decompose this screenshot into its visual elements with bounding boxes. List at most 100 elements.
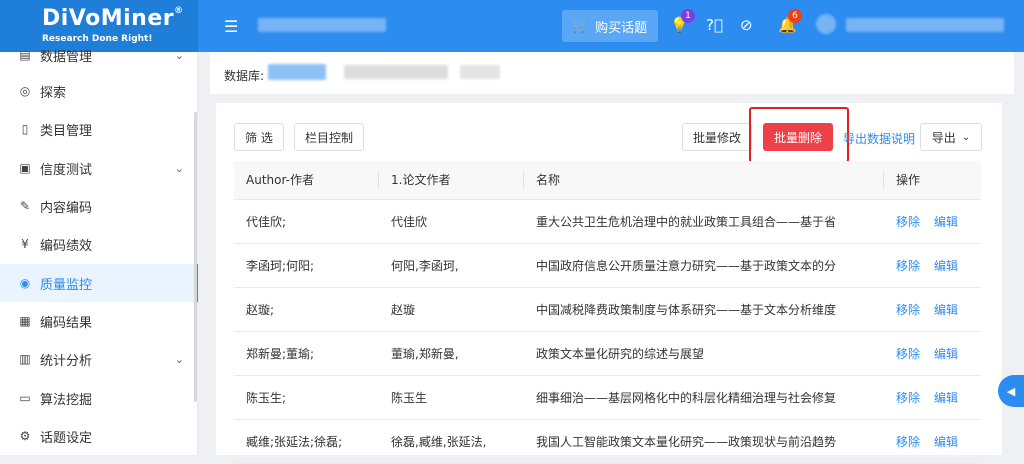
logo-text: DiVoMiner (42, 6, 175, 31)
chevron-down-icon: ⌄ (174, 161, 184, 175)
table-cell: 赵璇 (379, 287, 524, 332)
column-header[interactable]: 名称 (524, 161, 884, 200)
actions-cell: 移除 编辑 (884, 243, 981, 288)
edit-link[interactable]: 编辑 (934, 435, 958, 449)
table-row: 郑新曼;董瑜; 董瑜,郑新曼, 政策文本量化研究的综述与展望 移除 编辑 (234, 331, 981, 376)
sidebar-item-topic-settings[interactable]: ⚙ 话题设定 (0, 417, 198, 455)
topic-name-blurred (258, 18, 386, 32)
eye-icon: ◉ (19, 276, 31, 290)
edit-link[interactable]: 编辑 (934, 391, 958, 405)
edit-link[interactable]: 编辑 (934, 347, 958, 361)
sidebar-item-algorithm-mining[interactable]: ▭ 算法挖掘 (0, 379, 198, 417)
sidebar-item-label: 话题设定 (40, 430, 93, 446)
column-control-button[interactable]: 栏目控制 (294, 123, 364, 151)
remove-link[interactable]: 移除 (896, 303, 920, 317)
table-cell: 我国人工智能政策文本量化研究——政策现状与前沿趋势 (524, 419, 884, 464)
monitor-icon: ▭ (19, 391, 31, 405)
actions-cell: 移除 编辑 (884, 375, 981, 420)
remove-link[interactable]: 移除 (896, 259, 920, 273)
filter-button[interactable]: 筛 选 (234, 123, 284, 151)
actions-cell: 移除 编辑 (884, 287, 981, 332)
user-name-blurred[interactable] (846, 18, 1004, 32)
sidebar-item-category-management[interactable]: ▯ 类目管理 (0, 110, 198, 148)
sidebar-item-reliability-test[interactable]: ▣ 信度测试 ⌄ (0, 149, 198, 187)
clipboard-icon: ▣ (19, 161, 31, 175)
edit-link[interactable]: 编辑 (934, 215, 958, 229)
sidebar-scrollbar[interactable] (194, 112, 197, 402)
edit-link[interactable]: 编辑 (934, 259, 958, 273)
registered-mark: ® (174, 6, 184, 16)
export-help-link[interactable]: 导出数据说明 (843, 130, 915, 147)
database-icon: ▤ (19, 48, 31, 62)
sidebar: ▤ 数据管理 ⌄ ◎ 探索 ▯ 类目管理 ▣ 信度测试 ⌄ ✎ 内容编码 ¥ 编… (0, 48, 198, 455)
table-cell: 细事细治——基层网格化中的科层化精细治理与社会修复 (524, 375, 884, 420)
compass-icon: ◎ (19, 84, 31, 98)
chevron-down-icon: ⌄ (961, 131, 971, 143)
table-cell: 代佳欣 (379, 199, 524, 244)
sidebar-item-label: 编码结果 (40, 315, 93, 331)
column-header[interactable]: Author-作者 (234, 161, 379, 200)
sidebar-item-label: 探索 (40, 85, 67, 101)
sidebar-item-label: 数据管理 (40, 49, 93, 65)
table-row: 李函珂;何阳; 何阳,李函珂, 中国政府信息公开质量注意力研究——基于政策文本的分移… (234, 243, 981, 288)
remove-link[interactable]: 移除 (896, 435, 920, 449)
buy-topic-label: 购买话题 (595, 20, 648, 36)
export-label: 导出 (931, 130, 956, 145)
batch-edit-button[interactable]: 批量修改 (682, 123, 752, 151)
table-cell: 赵璇; (234, 287, 379, 332)
table-cell: 何阳,李函珂, (379, 243, 524, 288)
table-row: 臧维;张延法;徐磊; 徐磊,臧维,张延法, 我国人工智能政策文本量化研究——政策现状… (234, 419, 981, 464)
table-cell: 中国减税降费政策制度与体系研究——基于文本分析维度 (524, 287, 884, 332)
table-cell: 代佳欣; (234, 199, 379, 244)
table-cell: 政策文本量化研究的综述与展望 (524, 331, 884, 376)
export-dropdown[interactable]: 导出 ⌄ (920, 123, 982, 151)
table-cell: 徐磊,臧维,张延法, (379, 419, 524, 464)
actions-cell: 移除 编辑 (884, 199, 981, 244)
expand-panel-button[interactable]: ◀ (998, 375, 1024, 407)
database-label: 数据库: (224, 69, 265, 83)
cart-icon: 🛒 (572, 18, 590, 34)
actions-cell: 移除 编辑 (884, 331, 981, 376)
database-name-blurred[interactable] (268, 64, 326, 80)
database-name-blurred[interactable] (460, 65, 500, 79)
sidebar-item-quality-monitoring[interactable]: ◉ 质量监控 (0, 264, 198, 302)
sidebar-item-coding-performance[interactable]: ¥ 编码绩效 (0, 225, 198, 263)
edit-link[interactable]: 编辑 (934, 303, 958, 317)
sidebar-item-statistics[interactable]: ▥ 统计分析 ⌄ (0, 340, 198, 378)
remove-link[interactable]: 移除 (896, 391, 920, 405)
sidebar-item-label: 类目管理 (40, 123, 93, 139)
table-cell: 重大公共卫生危机治理中的就业政策工具组合——基于省 (524, 199, 884, 244)
sidebar-item-label: 统计分析 (40, 353, 93, 369)
actions-cell: 移除 编辑 (884, 419, 981, 464)
sidebar-item-label: 信度测试 (40, 162, 93, 178)
table-cell: 李函珂;何阳; (234, 243, 379, 288)
sidebar-item-content-coding[interactable]: ✎ 内容编码 (0, 187, 198, 225)
table-cell: 陈玉生 (379, 375, 524, 420)
remove-link[interactable]: 移除 (896, 347, 920, 361)
remove-link[interactable]: 移除 (896, 215, 920, 229)
bar-chart-icon: ▥ (19, 352, 31, 366)
table-header-row: Author-作者 1.论文作者 名称 操作 (234, 161, 981, 200)
menu-fold-icon[interactable]: ☰ (224, 17, 238, 36)
sidebar-item-label: 内容编码 (40, 200, 93, 216)
batch-delete-button[interactable]: 批量删除 (763, 123, 833, 151)
buy-topic-button[interactable]: 🛒 购买话题 (562, 10, 658, 42)
sidebar-item-label: 质量监控 (40, 277, 93, 293)
sidebar-item-coding-results[interactable]: ▦ 编码结果 (0, 302, 198, 340)
notification-badge: 6 (788, 9, 802, 23)
file-icon: ▯ (21, 122, 29, 136)
sidebar-item-explore[interactable]: ◎ 探索 (0, 72, 198, 110)
table-row: 代佳欣; 代佳欣 重大公共卫生危机治理中的就业政策工具组合——基于省 移除 编辑 (234, 199, 981, 244)
user-avatar-blurred[interactable] (816, 14, 836, 34)
table-cell: 中国政府信息公开质量注意力研究——基于政策文本的分 (524, 243, 884, 288)
database-name-blurred[interactable] (344, 65, 448, 79)
column-header[interactable]: 1.论文作者 (379, 161, 524, 200)
pen-icon: ✎ (19, 199, 31, 213)
database-bar: 数据库: (210, 52, 1014, 94)
yen-icon: ¥ (21, 237, 29, 251)
help-icon[interactable]: ?⃝ (706, 16, 723, 34)
results-card: 筛 选 栏目控制 批量修改 批量删除 导出数据说明 导出 ⌄ Author-作者… (216, 103, 1002, 464)
compass-nav-icon[interactable]: ⊘ (740, 16, 753, 34)
sidebar-item-label: 算法挖掘 (40, 392, 93, 408)
sidebar-item-data-management[interactable]: ▤ 数据管理 ⌄ (0, 36, 198, 74)
